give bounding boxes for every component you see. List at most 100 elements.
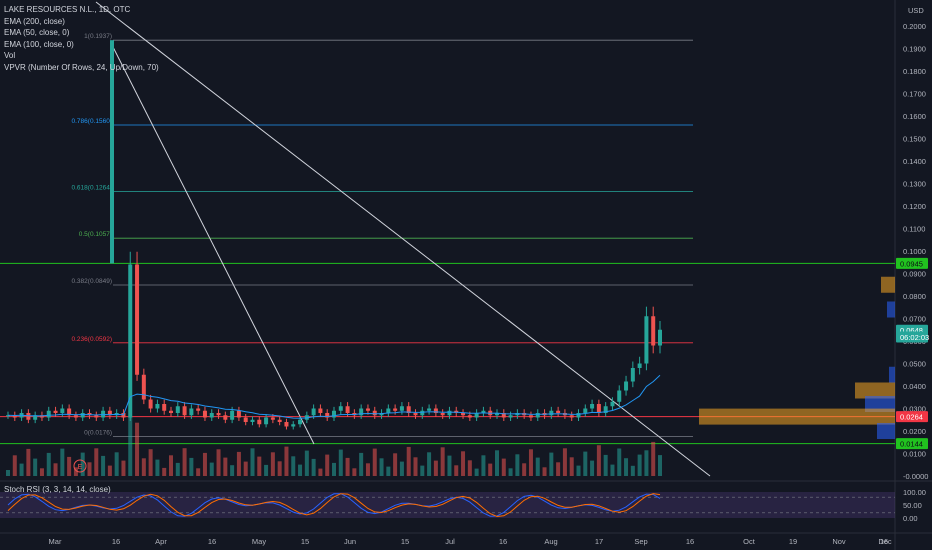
candle-body	[372, 410, 377, 416]
volume-bar	[87, 462, 92, 476]
price-label-text: 06:02:03	[900, 333, 929, 342]
candle-body	[447, 410, 452, 416]
y-tick-label: 0.1400	[903, 157, 926, 166]
candle-body	[250, 419, 255, 422]
candle-body	[135, 264, 140, 375]
y-tick-label: 0.0800	[903, 292, 926, 301]
candle-body	[365, 408, 370, 411]
volume-bar	[562, 448, 567, 476]
candle-body-spike	[110, 40, 114, 264]
volume-bar	[216, 449, 221, 476]
volume-bar	[427, 452, 432, 476]
x-tick-label: 16	[499, 537, 507, 546]
candle-body	[236, 410, 241, 418]
candle-body	[284, 422, 289, 427]
candle-body	[155, 404, 160, 409]
y-tick-label: 0.1700	[903, 90, 926, 99]
volume-bar	[522, 463, 527, 476]
vpvr-row	[877, 423, 895, 439]
candle-body	[508, 415, 513, 418]
legend-symbol: LAKE RESOURCES N.L., 1D, OTC	[4, 5, 131, 14]
legend-ema100[interactable]: EMA (100, close, 0)	[4, 39, 159, 51]
volume-bar	[175, 462, 180, 476]
volume-bar	[365, 463, 370, 476]
volume-bar	[379, 458, 384, 476]
x-tick-label: 19	[789, 537, 797, 546]
volume-bar	[624, 458, 629, 476]
volume-bar	[6, 470, 10, 476]
volume-bar	[223, 457, 228, 476]
x-tick-label: 16	[686, 537, 694, 546]
volume-bar	[325, 454, 330, 476]
vpvr-row	[699, 408, 895, 425]
candle-body	[80, 413, 85, 418]
candle-body	[182, 406, 187, 416]
legend-ema200[interactable]: EMA (200, close)	[4, 16, 159, 28]
legend-vol[interactable]: Vol	[4, 50, 159, 62]
candle-body	[399, 406, 404, 411]
volume-bar	[270, 452, 275, 476]
candle-body	[298, 419, 303, 425]
candle-body	[467, 415, 472, 418]
candle-body	[658, 329, 662, 346]
stoch-legend[interactable]: Stoch RSI (3, 3, 14, 14, close)	[4, 485, 111, 494]
candle-body	[617, 390, 622, 402]
volume-bar	[590, 460, 595, 476]
legend-vpvr[interactable]: VPVR (Number Of Rows, 24, Up/Down, 70)	[4, 62, 159, 74]
price-label-text: 0.0945	[900, 259, 923, 268]
y-tick-label: 0.0900	[903, 270, 926, 279]
candle-body	[610, 401, 615, 407]
volume-bar	[277, 461, 282, 476]
volume-bar	[617, 448, 622, 476]
volume-bar	[406, 446, 411, 476]
volume-bar	[311, 458, 316, 476]
volume-bar	[359, 452, 364, 476]
fib-level-label: 0.618(0.1264)	[72, 185, 112, 192]
volume-bar	[467, 460, 472, 476]
candle-body	[175, 406, 180, 413]
trend-line-long	[95, 1, 711, 477]
candle-body	[630, 368, 635, 382]
volume-bar	[39, 468, 44, 476]
chart-canvas[interactable]: 0.2000 0.1900 0.1800 0.1700 0.1600 0.1500 0.14…	[0, 0, 932, 550]
y-tick-label: 0.0500	[903, 360, 926, 369]
volume-bar	[386, 466, 391, 476]
y-tick-label: 0.1800	[903, 67, 926, 76]
candle-body	[73, 415, 78, 418]
candle-body	[556, 410, 561, 413]
candle-body	[264, 417, 269, 425]
volume-bar	[33, 458, 38, 476]
volume-bar	[440, 447, 445, 476]
x-tick-label: Aug	[544, 537, 557, 546]
x-tick-label: 16	[112, 537, 120, 546]
volume-bar	[583, 451, 588, 476]
candle-body	[332, 410, 336, 418]
y-tick-label: 0.0400	[903, 382, 926, 391]
y-tick-label: 0.1600	[903, 112, 926, 121]
volume-bar	[352, 468, 357, 476]
volume-bar	[202, 452, 207, 476]
volume-bar	[658, 455, 662, 476]
legend-ema50[interactable]: EMA (50, close, 0)	[4, 27, 159, 39]
candle-body	[216, 413, 221, 416]
price-label-text: 0.0264	[900, 413, 923, 422]
candle-body	[644, 316, 649, 364]
volume-bar	[549, 452, 554, 476]
candle-body	[637, 363, 642, 368]
volume-bar	[644, 450, 649, 476]
volume-bar	[141, 458, 146, 476]
candle-body	[624, 381, 629, 391]
volume-bar	[264, 464, 269, 476]
volume-bar	[189, 457, 194, 476]
y-tick-label: 0.0100	[903, 450, 926, 459]
volume-bar	[114, 452, 119, 476]
candle-body	[427, 408, 432, 411]
candle-body	[202, 410, 207, 418]
candle-body	[461, 413, 466, 416]
volume-bar	[26, 448, 31, 476]
volume-bar	[420, 465, 425, 476]
y-tick-label: 0.1500	[903, 135, 926, 144]
candle-body	[345, 406, 350, 413]
volume-bar	[454, 465, 459, 476]
volume-bar	[107, 465, 112, 476]
